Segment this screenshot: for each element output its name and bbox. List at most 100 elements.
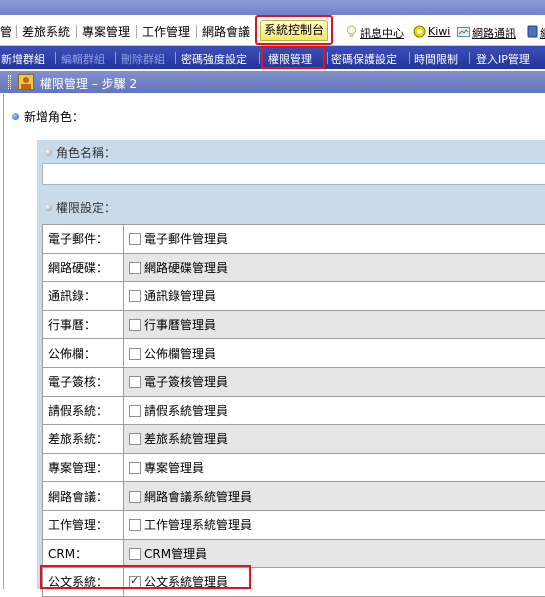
subnav-add-group[interactable]: 新增群組 xyxy=(1,51,45,67)
subnav-time-limit[interactable]: 時間限制 xyxy=(414,51,458,67)
permission-option-label: 工作管理系統管理員 xyxy=(144,518,252,532)
bullet-icon xyxy=(12,113,19,120)
nav-item-tasks[interactable]: 工作管理 xyxy=(142,23,190,40)
role-name-input[interactable] xyxy=(42,163,545,185)
table-row: 差旅系統：差旅系統管理員 xyxy=(43,425,545,454)
nav-separator xyxy=(136,25,137,38)
permission-checkbox[interactable] xyxy=(129,433,141,445)
permission-option-label: 電子郵件管理員 xyxy=(144,232,228,246)
network-comm-icon xyxy=(457,25,470,38)
permission-checkbox[interactable] xyxy=(129,290,141,302)
permission-checkbox[interactable] xyxy=(129,548,141,560)
permission-category: 通訊錄： xyxy=(43,282,124,311)
permission-checkbox[interactable] xyxy=(129,233,141,245)
subnav-separator xyxy=(327,52,328,64)
subnav-login-ip[interactable]: 登入IP管理 xyxy=(476,51,530,67)
permission-option: 差旅系統管理員 xyxy=(124,425,545,454)
nav-item-projects[interactable]: 專案管理 xyxy=(82,23,130,40)
permission-option-label: 公文系統管理員 xyxy=(144,575,228,589)
permission-category: 請假系統： xyxy=(43,396,124,425)
subnav-password-strength[interactable]: 密碼強度設定 xyxy=(181,51,247,67)
table-row: 請假系統：請假系統管理員 xyxy=(43,396,545,425)
table-row: 專案管理： 專案管理員 xyxy=(43,453,545,482)
tab-system-console-label: 系統控制台 xyxy=(260,20,328,41)
permission-option-label: 行事曆管理員 xyxy=(144,318,216,332)
table-row: CRM： CRM管理員 xyxy=(43,539,545,568)
permission-category: 網路硬碟： xyxy=(43,253,124,282)
permission-option-label: 通訊錄管理員 xyxy=(144,289,216,303)
nav-item-partial[interactable]: 管 xyxy=(0,23,12,40)
role-name-label-text: 角色名稱： xyxy=(56,146,116,160)
subnav-delete-group[interactable]: 刪除群組 xyxy=(121,51,165,67)
admin-user-icon xyxy=(18,74,34,90)
permission-table: 電子郵件：電子郵件管理員網路硬碟：網路硬碟管理員通訊錄：通訊錄管理員行事曆：行事… xyxy=(42,224,545,597)
permission-option: 行事曆管理員 xyxy=(124,310,545,339)
role-form: 角色名稱： 權限設定： 電子郵件： 電子郵件管理員網路硬碟：網路硬碟管理員通訊錄：… xyxy=(37,140,545,589)
table-row: 網路會議： 網路會議系統管理員 xyxy=(43,482,545,511)
subnav-separator xyxy=(175,52,176,64)
table-row: 行事曆： 行事曆管理員 xyxy=(43,310,545,339)
nav-item-travel[interactable]: 差旅系統 xyxy=(22,23,70,40)
nav-separator xyxy=(196,25,197,38)
permission-category: 公文系統： xyxy=(43,568,124,597)
subnav-separator xyxy=(115,52,116,64)
book-icon xyxy=(526,25,539,38)
permission-category: 公佈欄： xyxy=(43,339,124,368)
table-row: 電子簽核： 電子簽核管理員 xyxy=(43,367,545,396)
main-nav: 管 差旅系統 專案管理 工作管理 網路會議 系統控制台 訊息中心 Kiwi 網路… xyxy=(0,15,545,46)
subnav-separator xyxy=(469,52,470,64)
permission-option-label: 網路會議系統管理員 xyxy=(144,490,252,504)
breadcrumb-bar: 權限管理 – 步驟 2 xyxy=(0,71,545,93)
permission-option: 專案管理員 xyxy=(124,453,545,482)
permission-checkbox[interactable] xyxy=(129,319,141,331)
role-name-label: 角色名稱： xyxy=(45,144,116,161)
section-title: 新增角色： xyxy=(12,108,84,125)
permission-category: 網路會議： xyxy=(43,482,124,511)
permission-category: 工作管理： xyxy=(43,510,124,539)
permission-checkbox[interactable] xyxy=(129,576,141,588)
bullet-icon xyxy=(45,204,52,211)
permission-category: 電子郵件： xyxy=(43,225,124,254)
subnav-password-protection[interactable]: 密碼保護設定 xyxy=(331,51,397,67)
subnav-separator xyxy=(409,52,410,64)
tab-system-console[interactable]: 系統控制台 xyxy=(255,15,333,45)
main-content: 新增角色： 角色名稱： 權限設定： 電子郵件： 電子郵件管理員網路硬碟：網路硬碟管… xyxy=(3,94,545,589)
subnav-edit-group[interactable]: 編輯群組 xyxy=(61,51,105,67)
nav-item-meetings[interactable]: 網路會議 xyxy=(202,23,250,40)
permission-option: 網路會議系統管理員 xyxy=(124,482,545,511)
kiwi-link[interactable]: Kiwi xyxy=(428,25,450,38)
permission-option: CRM管理員 xyxy=(124,539,545,568)
partial-link[interactable]: 網 xyxy=(540,25,545,41)
subnav-separator xyxy=(259,52,260,64)
permission-category: 行事曆： xyxy=(43,310,124,339)
permission-checkbox[interactable] xyxy=(129,262,141,274)
permission-option-label: 專案管理員 xyxy=(144,461,204,475)
subnav-separator xyxy=(55,52,56,64)
permission-category: CRM： xyxy=(43,539,124,568)
permission-checkbox[interactable] xyxy=(129,491,141,503)
permission-checkbox[interactable] xyxy=(129,462,141,474)
table-row: 通訊錄： 通訊錄管理員 xyxy=(43,282,545,311)
permission-option: 電子郵件管理員 xyxy=(124,225,545,254)
nav-separator xyxy=(16,25,17,38)
lightbulb-icon xyxy=(345,25,358,38)
permission-checkbox[interactable] xyxy=(129,405,141,417)
permission-category: 電子簽核： xyxy=(43,367,124,396)
nav-separator xyxy=(76,25,77,38)
permission-option-label: 電子簽核管理員 xyxy=(144,375,228,389)
message-center-link[interactable]: 訊息中心 xyxy=(360,25,404,41)
network-comm-link[interactable]: 網路通訊 xyxy=(472,25,516,41)
permission-category: 專案管理： xyxy=(43,453,124,482)
kiwi-icon xyxy=(413,25,426,38)
permission-checkbox[interactable] xyxy=(129,376,141,388)
table-row: 工作管理： 工作管理系統管理員 xyxy=(43,510,545,539)
sub-nav: 新增群組 編輯群組 刪除群組 密碼強度設定 權限管理 密碼保護設定 時間限制 登… xyxy=(0,46,545,69)
permission-option: 通訊錄管理員 xyxy=(124,282,545,311)
table-row: 公佈欄：公佈欄管理員 xyxy=(43,339,545,368)
permission-checkbox[interactable] xyxy=(129,348,141,360)
permission-option-label: CRM管理員 xyxy=(144,547,207,561)
table-row: 網路硬碟：網路硬碟管理員 xyxy=(43,253,545,282)
permission-label-text: 權限設定： xyxy=(56,201,116,215)
permission-checkbox[interactable] xyxy=(129,519,141,531)
window-top-strip xyxy=(0,0,545,15)
